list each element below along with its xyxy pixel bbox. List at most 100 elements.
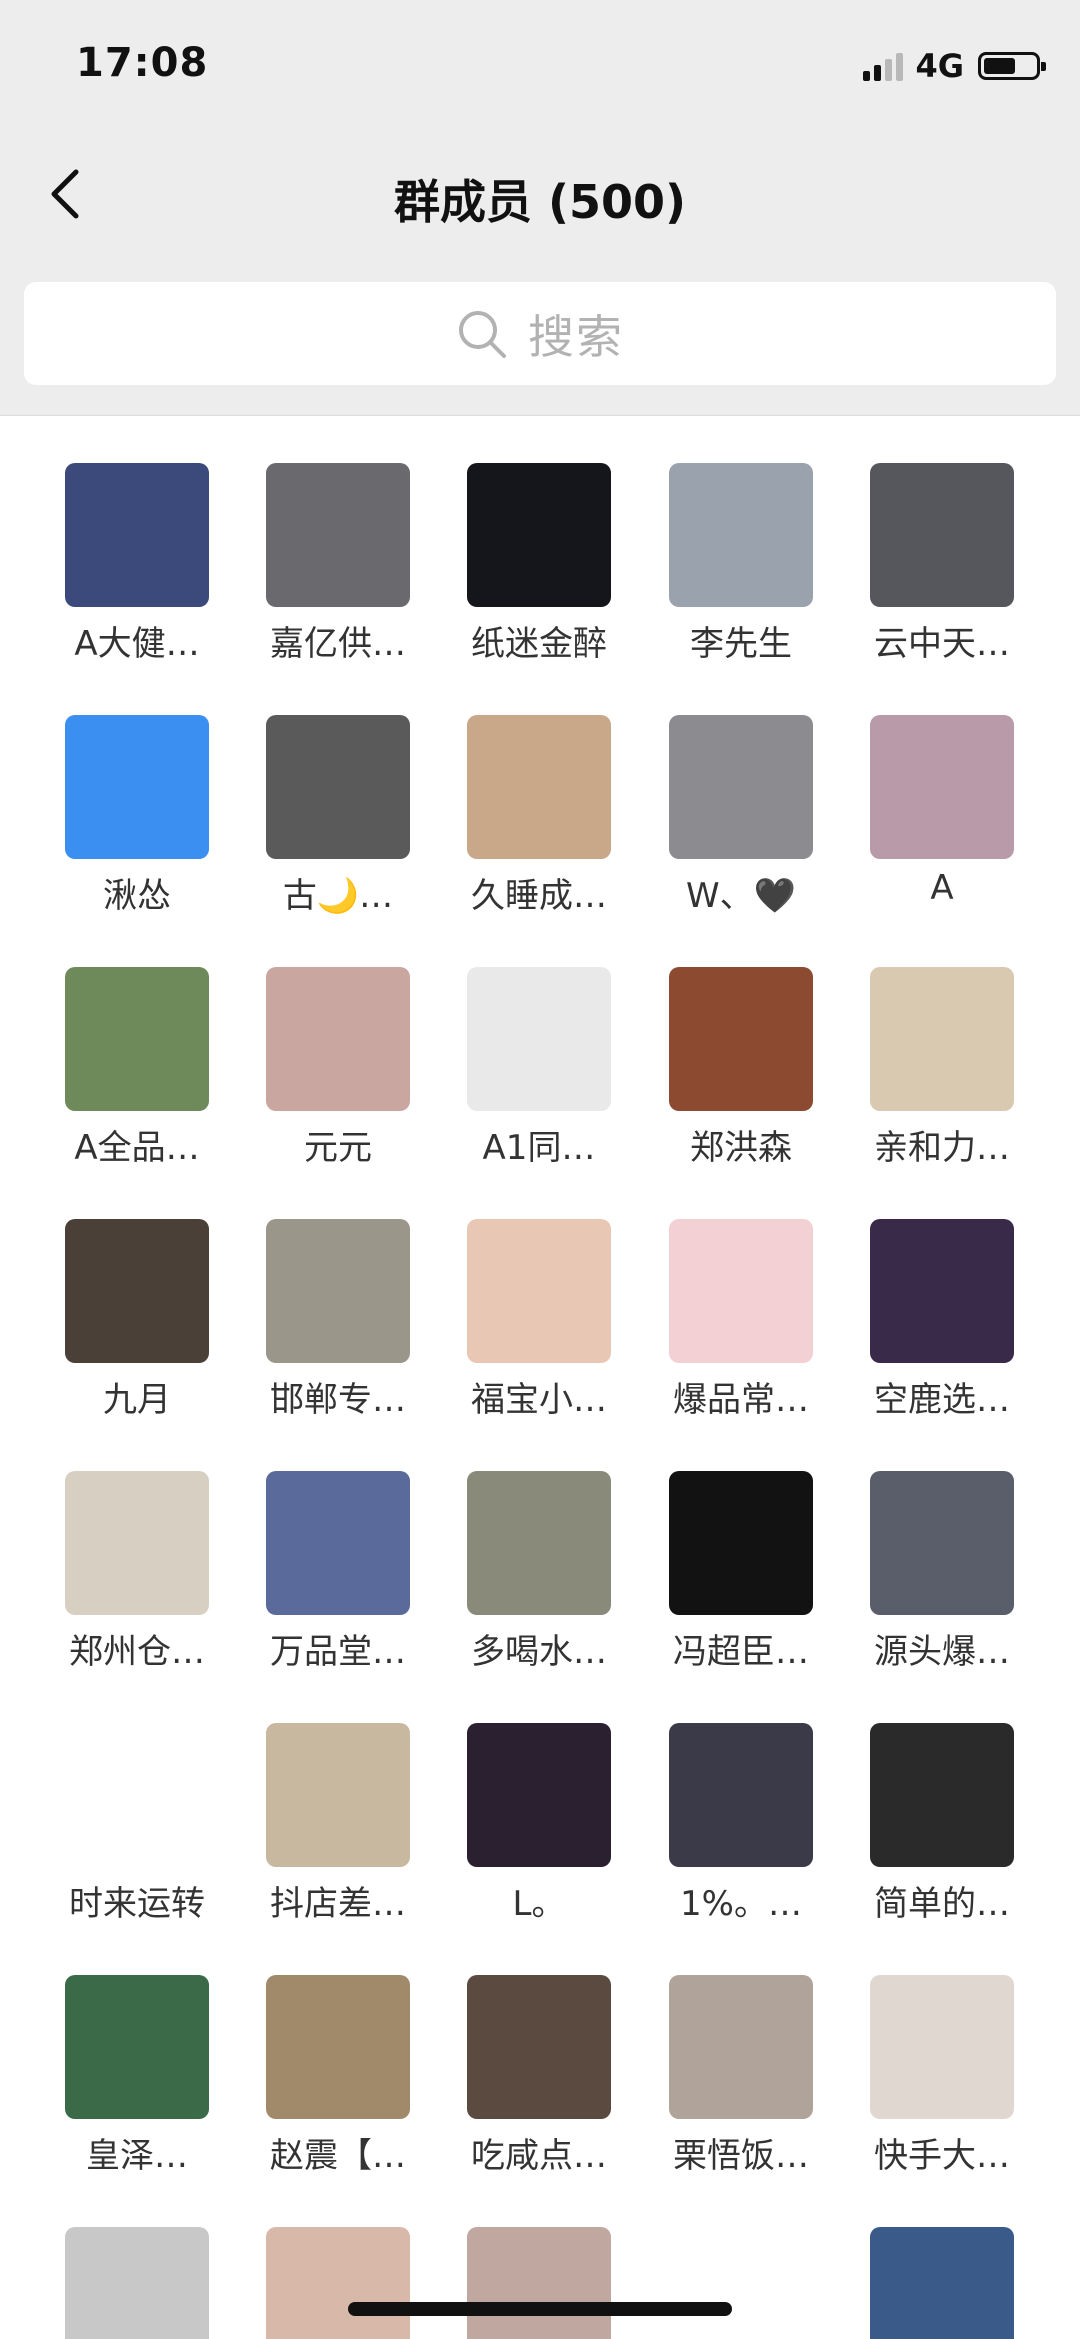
member-avatar: [467, 2227, 611, 2339]
member-item[interactable]: 亲和力…: [833, 920, 1033, 1170]
member-avatar: [65, 1723, 209, 1867]
member-item[interactable]: [833, 2180, 1033, 2339]
member-item[interactable]: 爆品常…: [632, 1172, 832, 1422]
member-avatar: [65, 715, 209, 859]
member-avatar: [870, 967, 1014, 1111]
member-name: A: [930, 868, 954, 908]
member-avatar: [266, 1471, 410, 1615]
member-item[interactable]: 嘉亿供…: [229, 416, 429, 666]
member-item[interactable]: 万品堂…: [229, 1424, 429, 1674]
member-name: 吃咸点…: [471, 2136, 607, 2176]
member-avatar: [870, 1723, 1014, 1867]
member-name: 元元: [304, 1128, 372, 1168]
member-avatar: [266, 2227, 410, 2339]
member-avatar: [467, 967, 611, 1111]
member-item[interactable]: 久睡成…: [430, 668, 630, 918]
member-item[interactable]: L。: [430, 1676, 630, 1926]
member-item[interactable]: 元元: [229, 920, 429, 1170]
member-name: 冯超臣…: [673, 1632, 809, 1672]
member-item[interactable]: 时来运转: [28, 1676, 228, 1926]
member-name: 李先生: [690, 624, 792, 664]
member-avatar: [467, 1471, 611, 1615]
member-name: 栗悟饭…: [673, 2136, 809, 2176]
search-icon: [459, 310, 506, 358]
member-item[interactable]: 李先生: [632, 416, 832, 666]
member-avatar: [870, 2227, 1014, 2339]
member-item[interactable]: 湫怂: [28, 668, 228, 918]
member-item[interactable]: 抖店差…: [229, 1676, 429, 1926]
member-item[interactable]: 栗悟饭…: [632, 1928, 832, 2178]
page-title: 群成员 (500): [393, 175, 687, 229]
member-name: 源头爆…: [874, 1632, 1010, 1672]
member-avatar: [467, 463, 611, 607]
member-avatar: [266, 1975, 410, 2119]
member-item[interactable]: W、🖤: [632, 668, 832, 918]
member-item[interactable]: 九月: [28, 1172, 228, 1422]
member-avatar: [870, 1219, 1014, 1363]
member-avatar: [669, 2227, 813, 2339]
member-item[interactable]: 云中天…: [833, 416, 1033, 666]
member-item[interactable]: 吃咸点…: [430, 1928, 630, 2178]
member-avatar: [669, 967, 813, 1111]
member-name: A全品…: [74, 1128, 200, 1168]
status-indicators: 4G: [863, 47, 1046, 85]
member-item[interactable]: 源头爆…: [833, 1424, 1033, 1674]
member-avatar: [467, 1723, 611, 1867]
search-placeholder: 搜索: [528, 309, 624, 364]
member-item[interactable]: 多喝水…: [430, 1424, 630, 1674]
member-avatar: [467, 1975, 611, 2119]
member-name: 古🌙…: [282, 876, 394, 916]
member-name: 郑洪森: [690, 1128, 792, 1168]
member-item[interactable]: 空鹿选…: [833, 1172, 1033, 1422]
member-item[interactable]: A1同…: [430, 920, 630, 1170]
cellular-signal-icon: [863, 51, 904, 81]
member-item[interactable]: 古🌙…: [229, 668, 429, 918]
member-item[interactable]: [28, 2180, 228, 2339]
member-item[interactable]: 1%。…: [632, 1676, 832, 1926]
member-name: 1%。…: [680, 1884, 802, 1924]
member-item[interactable]: 简单的…: [833, 1676, 1033, 1926]
status-bar: 17:08 4G: [0, 0, 1080, 130]
search-input[interactable]: 搜索: [24, 282, 1056, 385]
member-name: 万品堂…: [270, 1632, 406, 1672]
member-avatar: [669, 1471, 813, 1615]
member-item[interactable]: 福宝小…: [430, 1172, 630, 1422]
member-name: 多喝水…: [471, 1632, 607, 1672]
member-name: 嘉亿供…: [270, 624, 406, 664]
member-name: 简单的…: [874, 1884, 1010, 1924]
member-name: 赵震【…: [270, 2136, 406, 2176]
member-item[interactable]: 纸迷金醉: [430, 416, 630, 666]
member-item[interactable]: 冯超臣…: [632, 1424, 832, 1674]
member-item[interactable]: A全品…: [28, 920, 228, 1170]
member-item[interactable]: A大健…: [28, 416, 228, 666]
battery-icon: [978, 52, 1046, 80]
member-avatar: [467, 715, 611, 859]
member-avatar: [65, 1219, 209, 1363]
member-avatar: [266, 1219, 410, 1363]
member-item[interactable]: 郑州仓…: [28, 1424, 228, 1674]
member-name: 邯郸专…: [270, 1380, 406, 1420]
member-item[interactable]: 快手大…: [833, 1928, 1033, 2178]
member-name: 快手大…: [874, 2136, 1010, 2176]
member-item[interactable]: 郑洪森: [632, 920, 832, 1170]
status-time: 17:08: [76, 40, 209, 86]
member-name: W、🖤: [686, 876, 796, 916]
network-type: 4G: [915, 47, 964, 85]
member-name: 久睡成…: [471, 876, 607, 916]
member-name: 湫怂: [103, 876, 171, 916]
member-item[interactable]: 赵震【…: [229, 1928, 429, 2178]
member-avatar: [65, 2227, 209, 2339]
member-avatar: [669, 715, 813, 859]
member-name: 空鹿选…: [874, 1380, 1010, 1420]
member-avatar: [870, 1975, 1014, 2119]
member-name: 亲和力…: [874, 1128, 1010, 1168]
member-name: 时来运转: [69, 1884, 205, 1924]
member-avatar: [266, 463, 410, 607]
member-item[interactable]: 邯郸专…: [229, 1172, 429, 1422]
member-avatar: [266, 1723, 410, 1867]
member-name: 皇泽…: [86, 2136, 188, 2176]
member-item[interactable]: A: [833, 668, 1033, 918]
nav-bar: 群成员 (500): [0, 130, 1080, 260]
member-avatar: [65, 967, 209, 1111]
member-item[interactable]: 皇泽…: [28, 1928, 228, 2178]
